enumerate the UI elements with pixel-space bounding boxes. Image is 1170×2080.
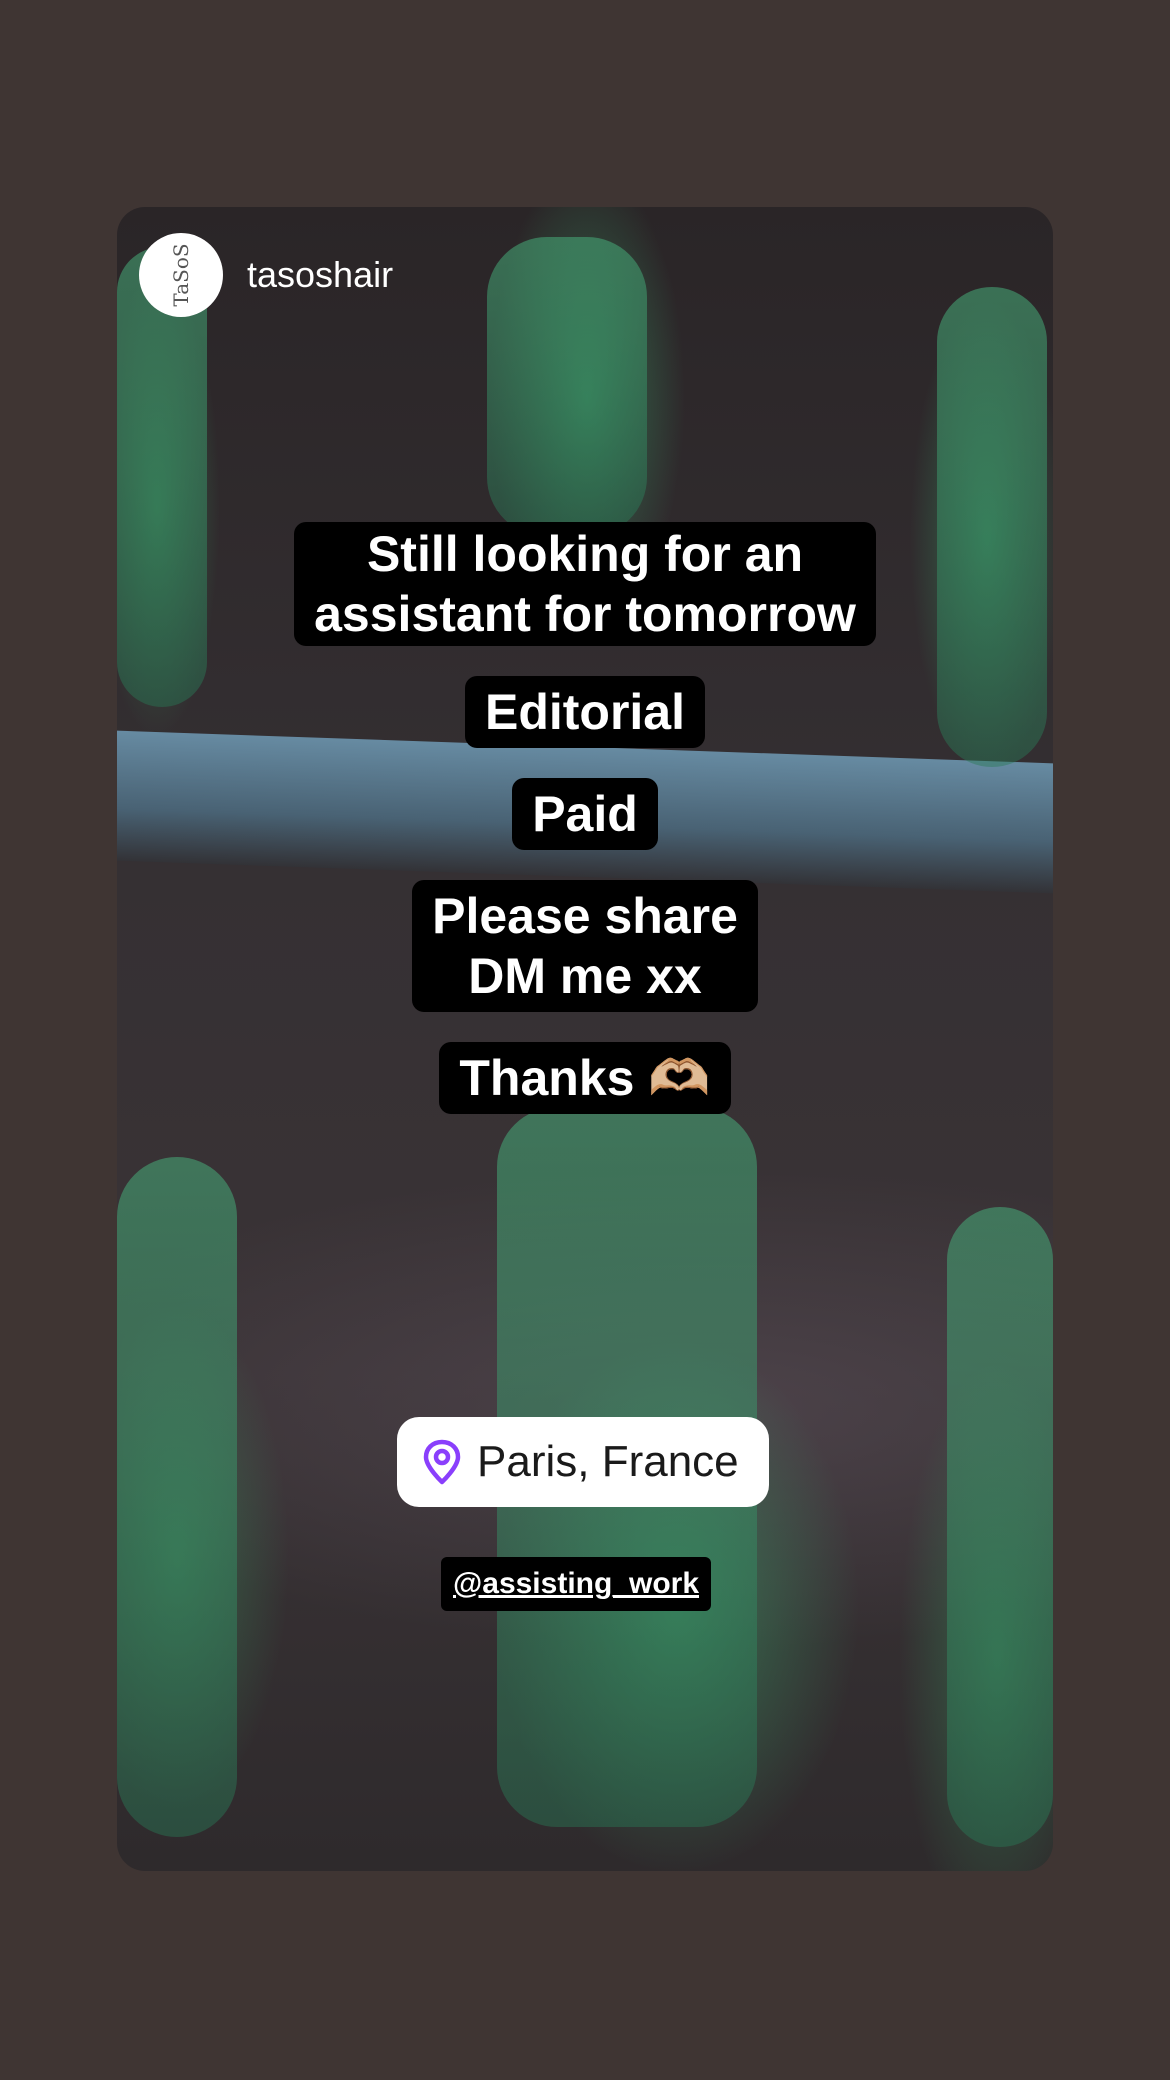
caption-stack: Still looking for an assistant for tomor… [117, 522, 1053, 1114]
background-photo-figure [947, 1207, 1053, 1847]
caption-please-share: Please share DM me xx [412, 880, 758, 1012]
avatar[interactable]: TaSoS [139, 233, 223, 317]
background-photo-figure [117, 1157, 237, 1837]
story-header: TaSoS tasoshair [139, 233, 393, 317]
caption-paid: Paid [512, 778, 658, 850]
location-pin-icon [423, 1439, 461, 1485]
mention-sticker[interactable]: @assisting_work [441, 1557, 712, 1611]
story-frame[interactable]: TaSoS tasoshair Still looking for an ass… [117, 207, 1053, 1871]
caption-thanks: Thanks 🫶🏼 [439, 1042, 731, 1114]
caption-editorial: Editorial [464, 676, 706, 748]
background-photo-figure [487, 237, 647, 537]
location-label: Paris, France [477, 1437, 739, 1486]
avatar-text: TaSoS [169, 243, 193, 307]
caption-looking-for-assistant: Still looking for an assistant for tomor… [294, 522, 876, 646]
username[interactable]: tasoshair [247, 254, 393, 296]
location-sticker[interactable]: Paris, France [397, 1417, 769, 1507]
